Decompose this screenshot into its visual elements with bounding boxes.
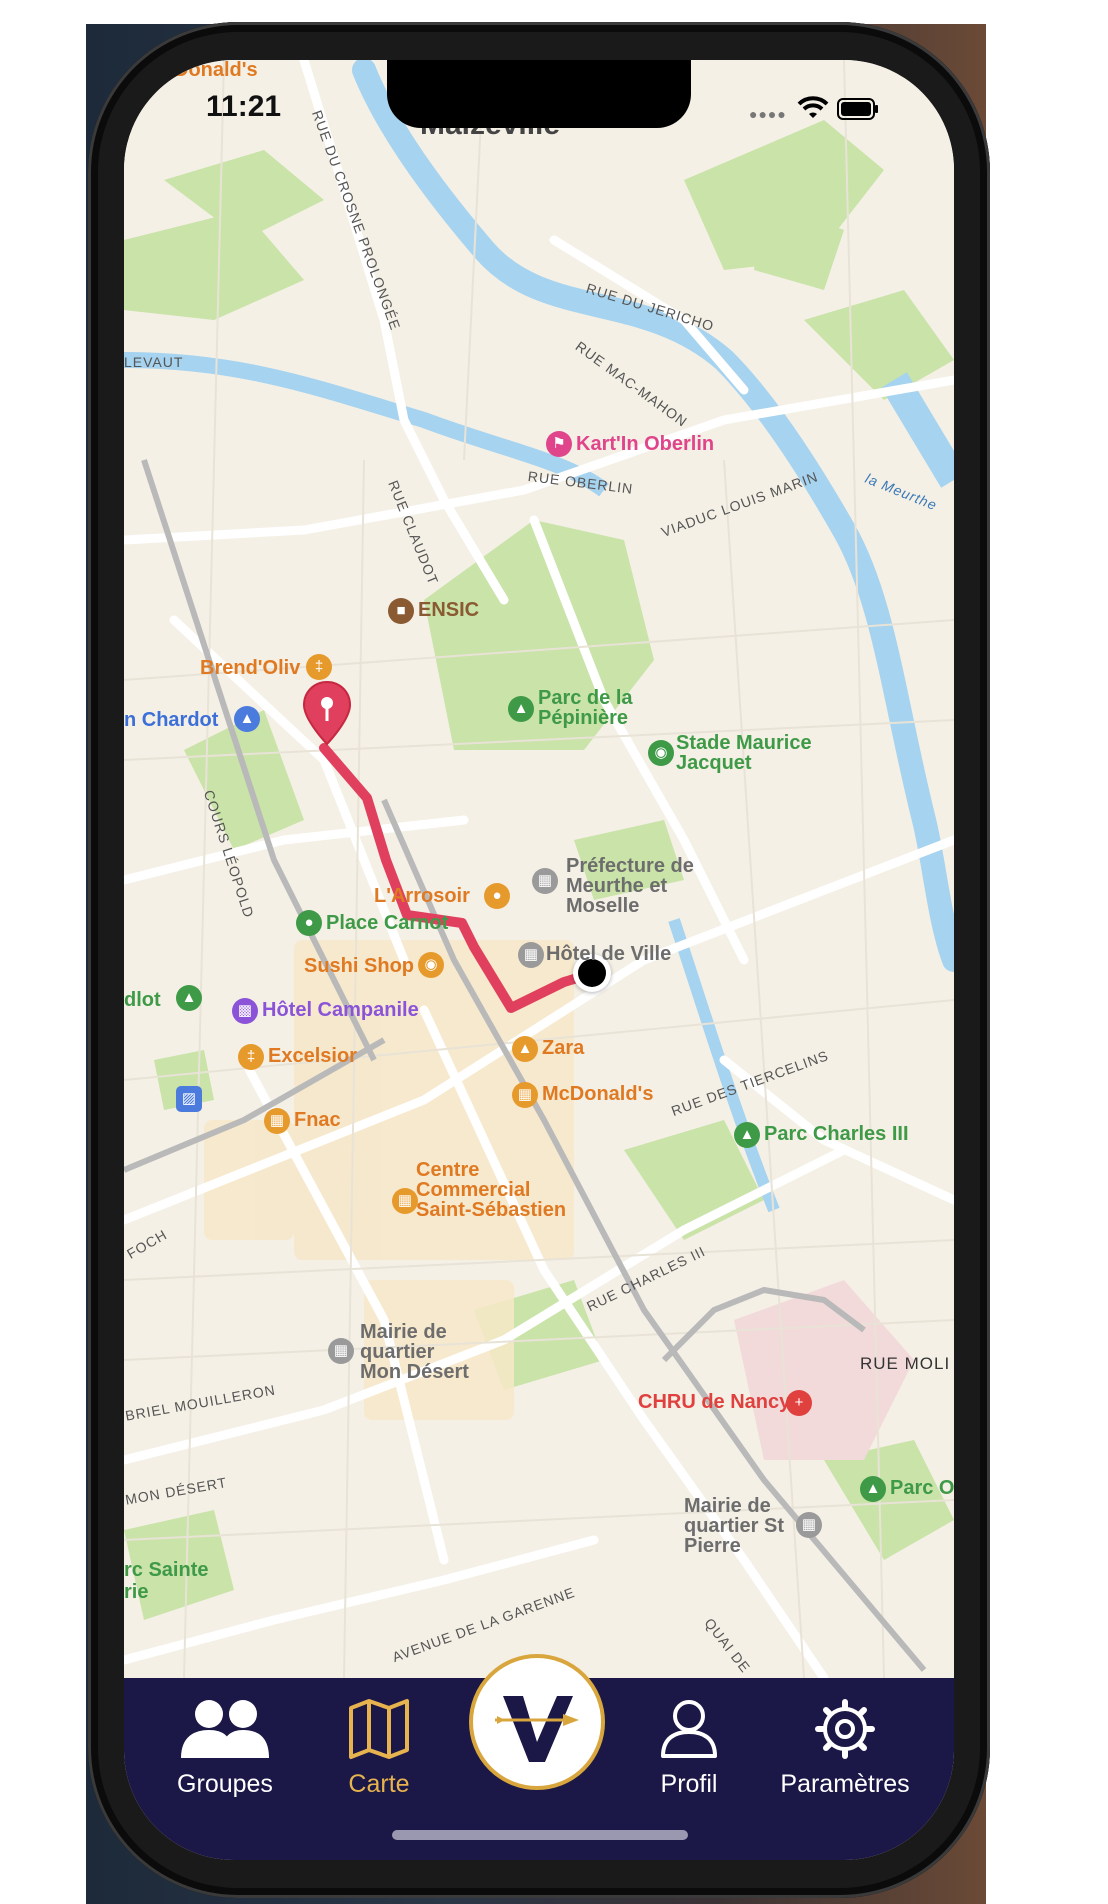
destination-pin-icon[interactable] (302, 680, 352, 746)
shopping-icon: ▲ (512, 1036, 538, 1062)
poi-label[interactable]: Sushi Shop (304, 956, 414, 977)
home-indicator[interactable] (392, 1830, 688, 1840)
poi-label[interactable]: Parc O (890, 1478, 954, 1499)
tab-label: Carte (348, 1770, 410, 1798)
street-label: LEVAUT (124, 354, 184, 370)
tab-carte[interactable]: Carte (304, 1678, 454, 1828)
poi-label[interactable]: ENSIC (418, 600, 479, 621)
restaurant-icon: ‡ (306, 654, 332, 680)
poi-label[interactable]: Fnac (294, 1110, 341, 1131)
profile-icon (661, 1700, 717, 1758)
device-notch (387, 60, 691, 128)
battery-icon (837, 98, 878, 120)
restaurant-icon: ● (484, 883, 510, 909)
poi-label[interactable]: Donald's (174, 60, 258, 81)
stadium-icon: ◉ (648, 740, 674, 766)
poi-label[interactable]: L'Arrosoir (374, 886, 470, 907)
map-icon (349, 1699, 409, 1759)
poi-label[interactable]: McDonald's (542, 1084, 653, 1105)
settings-gear-icon (815, 1699, 875, 1759)
poi-label[interactable]: n Chardot (124, 710, 218, 731)
poi-label[interactable]: Centre Commercial Saint-Sébastien (416, 1160, 586, 1220)
hotel-icon: ▩ (232, 998, 258, 1024)
groups-icon (181, 1700, 269, 1758)
tab-groupes[interactable]: Groupes (150, 1678, 300, 1828)
poi-label[interactable]: dlot (124, 990, 161, 1011)
poi-label[interactable]: Mairie de quartier St Pierre (684, 1496, 794, 1556)
park-icon: ● (296, 910, 322, 936)
status-time: 11:21 (206, 90, 282, 123)
park-icon: ▲ (508, 696, 534, 722)
status-icons: ●●●● (749, 96, 879, 126)
restaurant-icon: ‡ (238, 1044, 264, 1070)
poi-label[interactable]: Kart'In Oberlin (576, 434, 714, 455)
leisure-icon: ⚑ (546, 431, 572, 457)
train-station-icon: ▨ (176, 1086, 202, 1112)
hospital-icon: + (786, 1390, 812, 1416)
phone-screen: Malzéville RUE DU CROSNE PROLONGÉE RUE D… (124, 60, 954, 1860)
poi-label[interactable]: Parc de la Pépinière (538, 688, 678, 728)
tab-label: Profil (660, 1770, 718, 1798)
poi-label[interactable]: Zara (542, 1038, 584, 1059)
shopping-icon: ▦ (264, 1108, 290, 1134)
poi-label[interactable]: Parc Charles III (764, 1124, 909, 1145)
government-icon: ▦ (328, 1338, 354, 1364)
government-icon: ▦ (532, 868, 558, 894)
shopping-icon: ▦ (392, 1188, 418, 1214)
poi-label[interactable]: Mairie de quartier Mon Désert (360, 1322, 480, 1382)
street-label: RUE MOLI (860, 1354, 951, 1373)
park-icon: ▲ (860, 1476, 886, 1502)
poi-label[interactable]: Stade Maurice Jacquet (676, 733, 816, 773)
wifi-icon (797, 96, 829, 118)
government-icon: ▦ (518, 942, 544, 968)
education-icon: ■ (388, 598, 414, 624)
app-logo-v-icon (495, 1696, 579, 1762)
poi-label[interactable]: Brend'Oliv (200, 658, 300, 679)
restaurant-icon: ◉ (418, 952, 444, 978)
poi-label[interactable]: rc Sainte (124, 1560, 208, 1581)
center-logo-button[interactable] (469, 1654, 605, 1790)
tab-label: Paramètres (780, 1770, 910, 1798)
tab-profil[interactable]: Profil (614, 1678, 764, 1828)
poi-label[interactable]: Hôtel Campanile (262, 1000, 419, 1021)
poi-label[interactable]: Excelsior (268, 1046, 357, 1067)
poi-label[interactable]: rie (124, 1582, 148, 1603)
park-icon: ▲ (176, 985, 202, 1011)
tab-parametres[interactable]: Paramètres (770, 1678, 920, 1828)
restaurant-icon: ▦ (512, 1082, 538, 1108)
tab-label: Groupes (177, 1770, 273, 1798)
poi-label[interactable]: Préfecture de Meurthe et Moselle (566, 856, 696, 916)
poi-label[interactable]: CHRU de Nancy (638, 1392, 790, 1413)
signal-dots-icon: ●●●● (749, 106, 787, 122)
poi-label[interactable]: Hôtel de Ville (546, 944, 671, 965)
poi-label[interactable]: Place Carnot (326, 913, 448, 934)
park-icon: ▲ (734, 1122, 760, 1148)
museum-icon: ▲ (234, 706, 260, 732)
government-icon: ▦ (796, 1512, 822, 1538)
